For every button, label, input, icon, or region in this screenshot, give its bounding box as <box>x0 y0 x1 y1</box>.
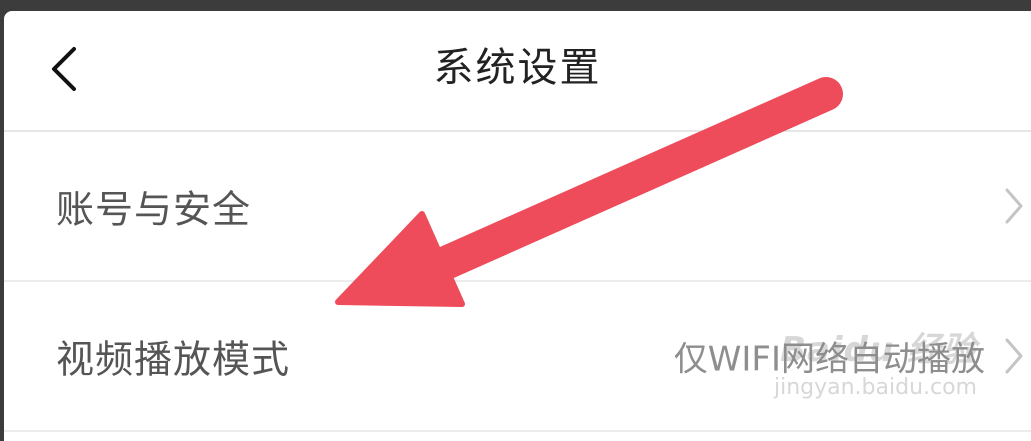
row-label: 账号与安全 <box>56 187 252 232</box>
settings-screen: 系统设置 账号与安全 视频播放模式 仅WIFI网络自动播放 <box>4 11 1031 441</box>
row-value: 仅WIFI网络自动播放 <box>673 339 985 380</box>
chevron-right-icon <box>1005 338 1023 374</box>
settings-row-video-playback-mode[interactable]: 视频播放模式 仅WIFI网络自动播放 <box>4 282 1031 432</box>
chevron-right-icon <box>1005 188 1023 224</box>
header-bar: 系统设置 <box>4 11 1031 132</box>
row-label: 视频播放模式 <box>56 337 291 382</box>
settings-row-account-security[interactable]: 账号与安全 <box>4 132 1031 282</box>
page-title: 系统设置 <box>433 45 602 91</box>
